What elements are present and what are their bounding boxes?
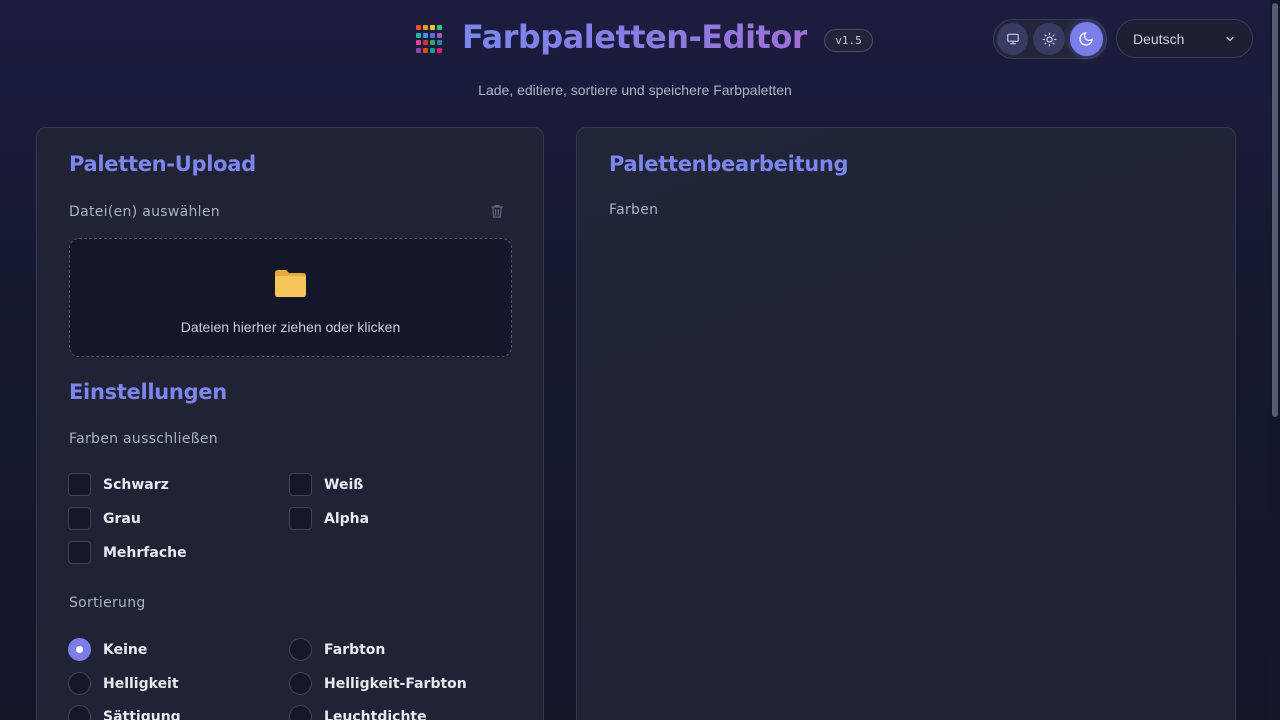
page-scrollbar[interactable] — [1270, 0, 1280, 720]
palette-editor-panel: Palettenbearbeitung Farben — [576, 127, 1236, 720]
dropzone-text: Dateien hierher ziehen oder klicken — [180, 319, 401, 335]
sort-brightness-hue-label: Helligkeit-Farbton — [324, 675, 467, 692]
exclude-white-label: Weiß — [324, 476, 364, 493]
exclude-duplicates-label: Mehrfache — [103, 544, 187, 561]
exclude-black-label: Schwarz — [103, 476, 169, 493]
app-subtitle: Lade, editiere, sortiere und speichere F… — [478, 82, 792, 98]
exclude-duplicates-option[interactable]: Mehrfache — [68, 541, 187, 564]
exclude-alpha-checkbox[interactable] — [289, 507, 312, 530]
file-select-label: Datei(en) auswählen — [69, 204, 220, 220]
exclude-alpha-option[interactable]: Alpha — [289, 507, 369, 530]
exclude-colors-label: Farben ausschließen — [69, 431, 218, 447]
sort-saturation-label: Sättigung — [103, 708, 181, 720]
sort-brightness-hue-radio[interactable] — [289, 672, 312, 695]
scrollbar-thumb[interactable] — [1272, 3, 1278, 417]
sort-luminance-label: Leuchtdichte — [324, 708, 427, 720]
exclude-black-option[interactable]: Schwarz — [68, 473, 169, 496]
sun-icon — [1042, 32, 1056, 46]
sort-hue-label: Farbton — [324, 641, 386, 658]
settings-title: Einstellungen — [69, 380, 227, 404]
upload-settings-panel: Paletten-Upload Datei(en) auswählen Date… — [36, 127, 544, 720]
sort-luminance-option[interactable]: Leuchtdichte — [289, 705, 427, 720]
sort-brightness-radio[interactable] — [68, 672, 91, 695]
title-wrap: Farbpaletten-Editor — [416, 18, 808, 56]
language-select[interactable]: Deutsch — [1116, 19, 1253, 58]
sort-label: Sortierung — [69, 595, 146, 611]
exclude-white-option[interactable]: Weiß — [289, 473, 363, 496]
exclude-black-checkbox[interactable] — [68, 473, 91, 496]
sort-brightness-label: Helligkeit — [103, 675, 179, 692]
exclude-gray-label: Grau — [103, 510, 141, 527]
moon-icon — [1079, 32, 1094, 46]
sort-saturation-radio[interactable] — [68, 705, 91, 720]
upload-title: Paletten-Upload — [69, 152, 256, 176]
trash-icon[interactable] — [489, 202, 505, 220]
sort-luminance-radio[interactable] — [289, 705, 312, 720]
file-dropzone[interactable]: Dateien hierher ziehen oder klicken — [69, 238, 512, 357]
sort-brightness-hue-option[interactable]: Helligkeit-Farbton — [289, 672, 467, 695]
chevron-down-icon — [1226, 36, 1234, 41]
exclude-gray-checkbox[interactable] — [68, 507, 91, 530]
version-badge: v1.5 — [824, 29, 873, 52]
sort-none-label: Keine — [103, 641, 148, 658]
app-header: Farbpaletten-Editor v1.5 Deutsch Lade, e… — [0, 0, 1280, 120]
theme-dark-button[interactable] — [1069, 22, 1103, 56]
app-title: Farbpaletten-Editor — [462, 18, 808, 56]
sort-brightness-option[interactable]: Helligkeit — [68, 672, 179, 695]
colors-label: Farben — [609, 202, 659, 218]
theme-light-button[interactable] — [1033, 23, 1065, 55]
sort-none-option[interactable]: Keine — [68, 638, 147, 661]
sort-none-radio[interactable] — [68, 638, 91, 661]
exclude-duplicates-checkbox[interactable] — [68, 541, 91, 564]
exclude-gray-option[interactable]: Grau — [68, 507, 141, 530]
exclude-alpha-label: Alpha — [324, 510, 370, 527]
monitor-icon — [1006, 33, 1019, 45]
folder-icon — [275, 270, 306, 297]
theme-system-button[interactable] — [997, 23, 1029, 55]
language-value: Deutsch — [1133, 30, 1185, 47]
sort-hue-option[interactable]: Farbton — [289, 638, 385, 661]
sort-hue-radio[interactable] — [289, 638, 312, 661]
theme-switcher — [993, 19, 1107, 59]
sort-saturation-option[interactable]: Sättigung — [68, 705, 181, 720]
exclude-white-checkbox[interactable] — [289, 473, 312, 496]
editor-title: Palettenbearbeitung — [609, 152, 849, 176]
color-grid-icon — [416, 25, 444, 53]
